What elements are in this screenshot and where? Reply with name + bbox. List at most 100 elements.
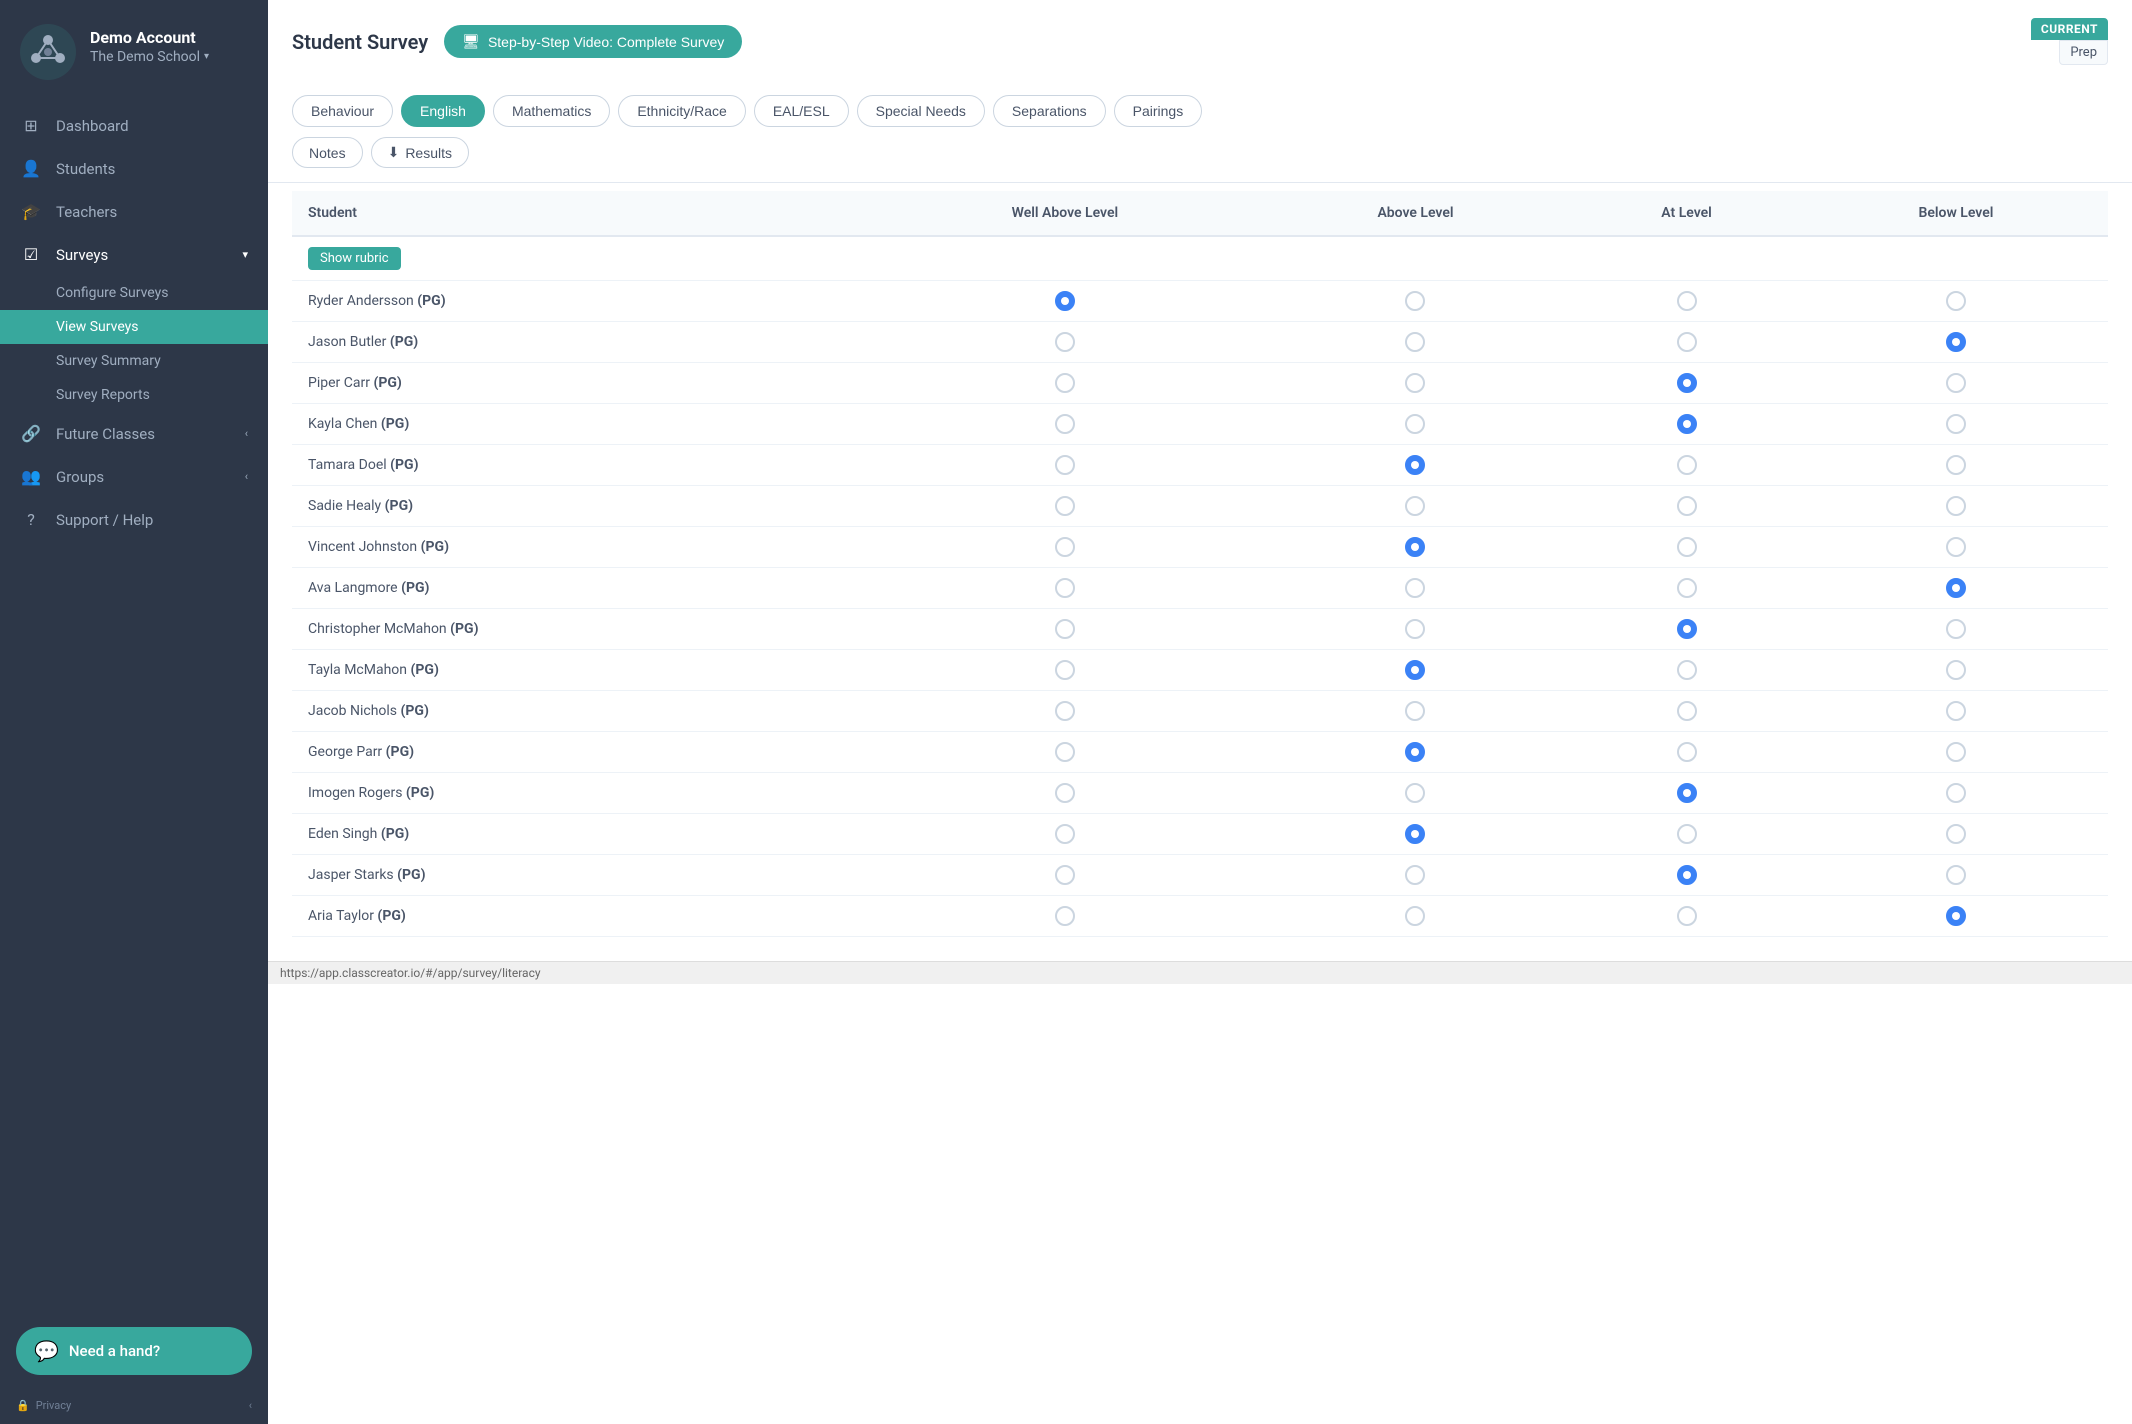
tab-behaviour[interactable]: Behaviour [292,95,393,127]
radio-option[interactable] [1946,455,1966,475]
radio-option[interactable] [1405,496,1425,516]
sidebar-item-dashboard[interactable]: ⊞ Dashboard [0,104,268,147]
radio-option[interactable] [1405,332,1425,352]
sub-tab-notes[interactable]: Notes [292,137,363,168]
radio-option[interactable] [1055,414,1075,434]
radio-option[interactable] [1946,578,1966,598]
radio-option[interactable] [1946,865,1966,885]
radio-option[interactable] [1405,660,1425,680]
radio-option[interactable] [1055,701,1075,721]
sidebar-item-teachers[interactable]: 🎓 Teachers [0,190,268,233]
radio-option[interactable] [1405,824,1425,844]
radio-cell [868,404,1262,445]
show-rubric-button[interactable]: Show rubric [308,247,401,270]
radio-cell [868,568,1262,609]
radio-cell [1804,691,2108,732]
sidebar-item-students[interactable]: 👤 Students [0,147,268,190]
radio-option[interactable] [1677,742,1697,762]
radio-option[interactable] [1677,373,1697,393]
radio-option[interactable] [1677,906,1697,926]
radio-option[interactable] [1405,619,1425,639]
radio-option[interactable] [1677,332,1697,352]
radio-option[interactable] [1055,865,1075,885]
school-name[interactable]: The Demo School ▾ [90,49,209,65]
radio-option[interactable] [1405,906,1425,926]
radio-option[interactable] [1055,537,1075,557]
radio-option[interactable] [1405,455,1425,475]
video-button[interactable]: 🖥 Step-by-Step Video: Complete Survey [444,25,742,58]
tab-mathematics[interactable]: Mathematics [493,95,610,127]
sidebar-item-survey-summary[interactable]: Survey Summary [0,344,268,378]
radio-option[interactable] [1946,291,1966,311]
radio-option[interactable] [1677,865,1697,885]
radio-option[interactable] [1055,496,1075,516]
sidebar-item-configure-surveys[interactable]: Configure Surveys [0,276,268,310]
tab-english[interactable]: English [401,95,485,127]
radio-option[interactable] [1055,373,1075,393]
sub-tab-results[interactable]: ⬇ Results [371,137,469,168]
radio-option[interactable] [1055,660,1075,680]
tab-eal[interactable]: EAL/ESL [754,95,849,127]
radio-option[interactable] [1946,496,1966,516]
radio-option[interactable] [1055,578,1075,598]
radio-option[interactable] [1055,742,1075,762]
student-group: (PG) [450,621,478,637]
monitor-icon: 🖥 [462,33,480,50]
radio-cell [1262,486,1569,527]
radio-option[interactable] [1055,291,1075,311]
radio-option[interactable] [1946,742,1966,762]
radio-option[interactable] [1405,865,1425,885]
radio-option[interactable] [1677,455,1697,475]
sidebar-item-groups[interactable]: 👥 Groups ‹ [0,455,268,498]
tab-ethnicity[interactable]: Ethnicity/Race [618,95,745,127]
sidebar-item-label: Future Classes [56,425,155,443]
radio-option[interactable] [1677,660,1697,680]
need-hand-button[interactable]: 💬 Need a hand? [16,1327,252,1375]
radio-option[interactable] [1946,906,1966,926]
radio-option[interactable] [1946,332,1966,352]
radio-option[interactable] [1405,291,1425,311]
tab-separations[interactable]: Separations [993,95,1106,127]
sidebar-item-surveys[interactable]: ☑ Surveys ▾ [0,233,268,276]
radio-option[interactable] [1946,373,1966,393]
radio-option[interactable] [1677,701,1697,721]
radio-option[interactable] [1677,619,1697,639]
radio-option[interactable] [1405,537,1425,557]
radio-option[interactable] [1946,537,1966,557]
sidebar-item-future-classes[interactable]: 🔗 Future Classes ‹ [0,412,268,455]
sidebar-item-support[interactable]: ? Support / Help [0,498,268,541]
radio-option[interactable] [1946,660,1966,680]
radio-option[interactable] [1946,701,1966,721]
radio-option[interactable] [1946,619,1966,639]
sidebar-item-view-surveys[interactable]: View Surveys [0,310,268,344]
radio-option[interactable] [1677,783,1697,803]
radio-option[interactable] [1055,619,1075,639]
tab-special-needs[interactable]: Special Needs [857,95,985,127]
radio-option[interactable] [1055,824,1075,844]
radio-option[interactable] [1677,578,1697,598]
radio-option[interactable] [1405,783,1425,803]
dashboard-icon: ⊞ [20,116,42,135]
radio-option[interactable] [1405,701,1425,721]
sidebar-item-label: Dashboard [56,117,129,135]
radio-option[interactable] [1055,455,1075,475]
radio-option[interactable] [1405,578,1425,598]
radio-option[interactable] [1677,291,1697,311]
radio-option[interactable] [1405,414,1425,434]
radio-option[interactable] [1055,332,1075,352]
tab-pairings[interactable]: Pairings [1114,95,1203,127]
radio-option[interactable] [1405,373,1425,393]
radio-option[interactable] [1677,537,1697,557]
radio-option[interactable] [1055,783,1075,803]
radio-option[interactable] [1946,783,1966,803]
radio-option[interactable] [1946,824,1966,844]
radio-option[interactable] [1677,496,1697,516]
radio-option[interactable] [1677,824,1697,844]
sidebar-item-survey-reports[interactable]: Survey Reports [0,378,268,412]
radio-option[interactable] [1677,414,1697,434]
student-group: (PG) [397,867,425,883]
radio-option[interactable] [1405,742,1425,762]
radio-option[interactable] [1946,414,1966,434]
radio-option[interactable] [1055,906,1075,926]
collapse-icon[interactable]: ‹ [249,1399,252,1412]
